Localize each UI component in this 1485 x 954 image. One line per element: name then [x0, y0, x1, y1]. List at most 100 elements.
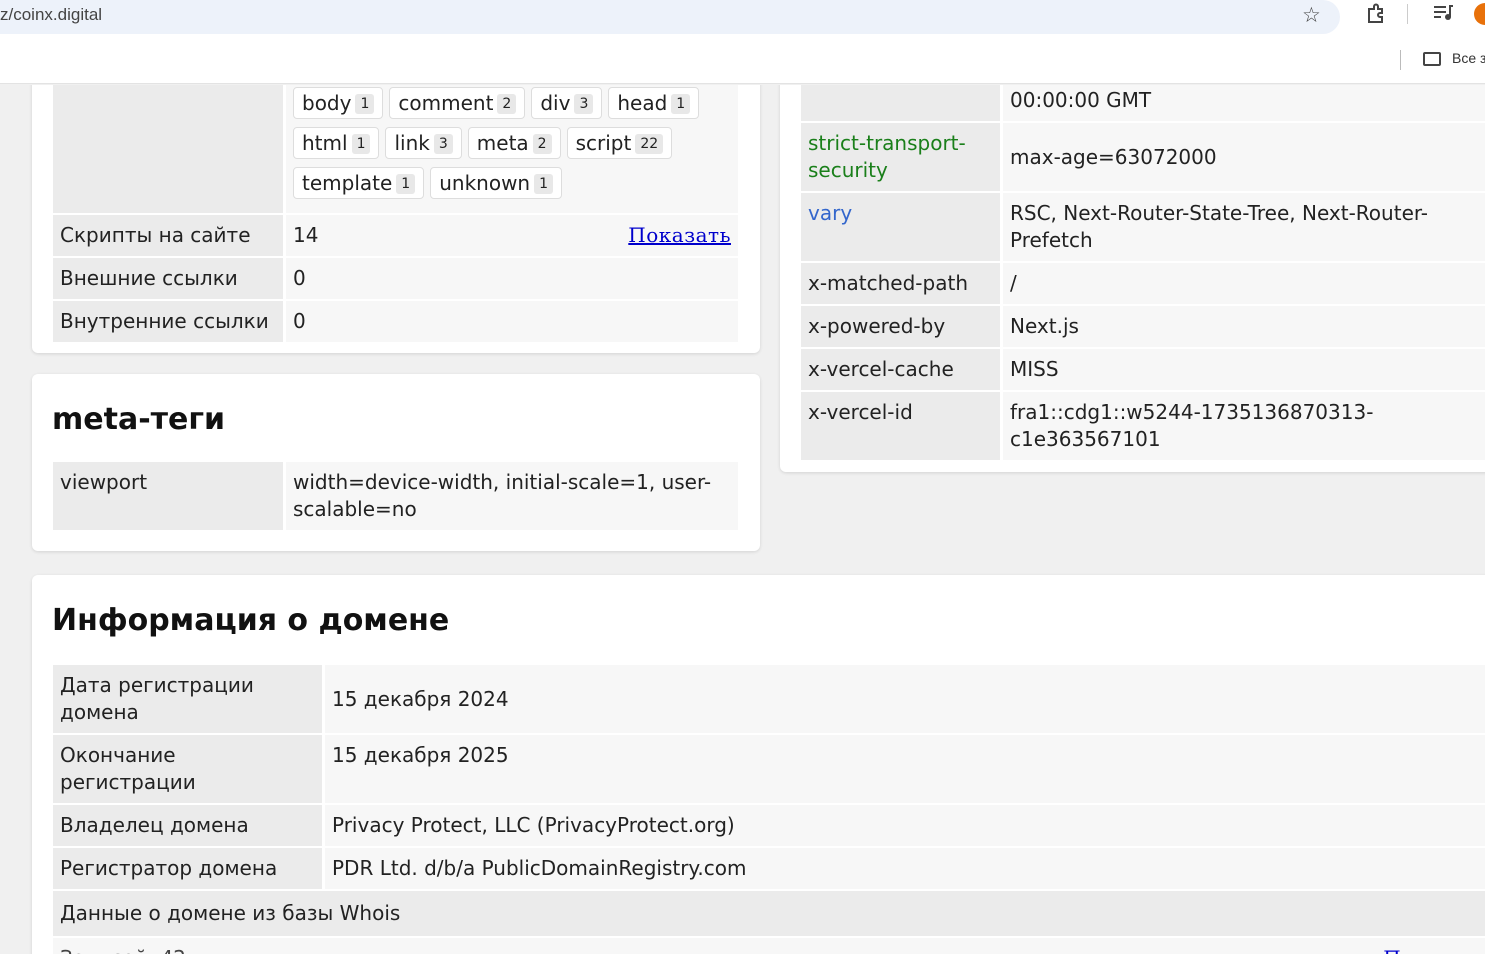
meta-tags-title: meta-теги [52, 402, 226, 437]
domain-field-value: PDR Ltd. d/b/a PublicDomainRegistry.com [325, 848, 1485, 889]
row-value-cell: 14 Показать [286, 215, 738, 256]
tag-name: meta [476, 131, 529, 155]
all-bookmarks-label[interactable]: Все з [1452, 50, 1485, 66]
domain-field-value: 15 декабря 2025 [325, 735, 1485, 803]
tag-count: 3 [574, 94, 594, 114]
table-row: Записей: 42 Показать [53, 938, 1485, 954]
tag-name: unknown [439, 171, 531, 195]
tag-chip: comment 2 [389, 87, 526, 119]
extensions-icon[interactable] [1365, 3, 1387, 25]
tag-name: div [540, 91, 571, 115]
media-control-icon[interactable] [1432, 2, 1454, 24]
domain-field-label: Владелец домена [53, 805, 325, 846]
table-row: Владелец домена Privacy Protect, LLC (Pr… [53, 805, 1485, 846]
address-url[interactable]: z/coinx.digital [0, 5, 102, 25]
domain-info-table: Дата регистрации домена 15 декабря 2024 … [53, 663, 1485, 954]
bookmarks-bar: Все з [0, 34, 1485, 84]
tag-chip: body 1 [293, 87, 384, 119]
row-value: 0 [286, 258, 738, 299]
row-label: Внутренние ссылки [53, 301, 286, 342]
tag-name: link [394, 131, 430, 155]
domain-field-label: Регистратор домена [53, 848, 325, 889]
profile-avatar-icon[interactable] [1474, 3, 1485, 25]
meta-name: viewport [53, 462, 286, 530]
tag-chip: html 1 [293, 127, 380, 159]
header-name: x-matched-path [801, 263, 1003, 304]
table-row: vary RSC, Next-Router-State-Tree, Next-R… [801, 193, 1485, 261]
meta-tags-card: meta-теги viewport width=device-width, i… [32, 374, 760, 551]
tag-name: template [302, 171, 393, 195]
table-row: strict-transport-security max-age=630720… [801, 123, 1485, 191]
header-name [801, 85, 1003, 121]
show-scripts-link[interactable]: Показать [628, 222, 731, 249]
whois-records-row: Записей: 42 Показать [53, 938, 1485, 954]
tags-card: body 1 comment 2 div 3 head 1html 1 link 3 meta 2 scr… [32, 85, 760, 353]
table-row: x-vercel-id fra1::cdg1::w5244-1735136870… [801, 392, 1485, 460]
row-value: 0 [286, 301, 738, 342]
tag-chip: link 3 [385, 127, 462, 159]
header-value: / [1003, 263, 1485, 304]
tag-count: 2 [532, 134, 552, 154]
domain-field-label: Дата регистрации домена [53, 665, 325, 733]
table-row: Дата регистрации домена 15 декабря 2024 [53, 665, 1485, 733]
headers-table: 00:00:00 GMT strict-transport-security m… [801, 85, 1485, 462]
address-bar[interactable]: z/coinx.digital [0, 0, 1340, 34]
header-value: MISS [1003, 349, 1485, 390]
header-name: vary [801, 193, 1003, 261]
tags-table: body 1 comment 2 div 3 head 1html 1 link 3 meta 2 scr… [53, 85, 738, 344]
table-row: x-matched-path / [801, 263, 1485, 304]
tag-count: 1 [534, 174, 554, 194]
tag-chip: meta 2 [467, 127, 561, 159]
meta-tags-table: viewport width=device-width, initial-sca… [53, 460, 738, 532]
header-value: max-age=63072000 [1003, 123, 1485, 191]
tag-name: html [302, 131, 348, 155]
header-name: x-vercel-id [801, 392, 1003, 460]
tag-name: comment [398, 91, 494, 115]
header-name: strict-transport-security [801, 123, 1003, 191]
header-name: x-vercel-cache [801, 349, 1003, 390]
browser-toolbar: z/coinx.digital ☆ [0, 0, 1485, 34]
bookmark-star-icon[interactable]: ☆ [1302, 3, 1321, 27]
tag-chip: unknown 1 [430, 167, 563, 199]
tag-chip: template 1 [293, 167, 425, 199]
tag-count: 22 [635, 134, 664, 154]
table-row: Скрипты на сайте 14 Показать [53, 215, 738, 256]
tag-name: script [575, 131, 632, 155]
tags-cell: body 1 comment 2 div 3 head 1html 1 link 3 meta 2 scr… [286, 85, 738, 213]
row-label: Скрипты на сайте [53, 215, 286, 256]
domain-field-label: Окончание регистрации [53, 735, 325, 803]
table-row: x-vercel-cache MISS [801, 349, 1485, 390]
tag-count: 1 [351, 134, 371, 154]
header-value: Next.js [1003, 306, 1485, 347]
header-value: fra1::cdg1::w5244-1735136870313-c1e36356… [1003, 392, 1485, 460]
table-row: Внутренние ссылки 0 [53, 301, 738, 342]
header-name: x-powered-by [801, 306, 1003, 347]
domain-info-card: Информация о домене Дата регистрации дом… [32, 575, 1485, 954]
folder-icon[interactable] [1423, 52, 1441, 66]
tag-count: 1 [396, 174, 416, 194]
domain-info-title: Информация о домене [52, 603, 450, 638]
header-value: 00:00:00 GMT [1003, 85, 1485, 121]
domain-field-value: 15 декабря 2024 [325, 665, 1485, 733]
headers-card: 00:00:00 GMT strict-transport-security m… [780, 85, 1485, 472]
meta-value: width=device-width, initial-scale=1, use… [286, 462, 738, 530]
show-whois-link[interactable]: Показать [1383, 945, 1485, 954]
table-row: Окончание регистрации 15 декабря 2025 [53, 735, 1485, 803]
domain-field-value: Privacy Protect, LLC (PrivacyProtect.org… [325, 805, 1485, 846]
table-row: Данные о домене из базы Whois [53, 891, 1485, 936]
whois-records-count: Записей: 42 [60, 946, 186, 954]
header-value: RSC, Next-Router-State-Tree, Next-Router… [1003, 193, 1485, 261]
scripts-count: 14 [293, 223, 319, 247]
tag-name: head [617, 91, 668, 115]
tag-name: body [302, 91, 352, 115]
whois-section-title: Данные о домене из базы Whois [53, 891, 1485, 936]
table-row: body 1 comment 2 div 3 head 1html 1 link 3 meta 2 scr… [53, 85, 738, 213]
tag-chip: head 1 [608, 87, 700, 119]
tag-chip: div 3 [531, 87, 603, 119]
table-row: Внешние ссылки 0 [53, 258, 738, 299]
toolbar-divider [1407, 4, 1408, 24]
tag-count: 3 [433, 134, 453, 154]
row-label: Внешние ссылки [53, 258, 286, 299]
tags-label-cell [53, 85, 286, 213]
table-row: 00:00:00 GMT [801, 85, 1485, 121]
